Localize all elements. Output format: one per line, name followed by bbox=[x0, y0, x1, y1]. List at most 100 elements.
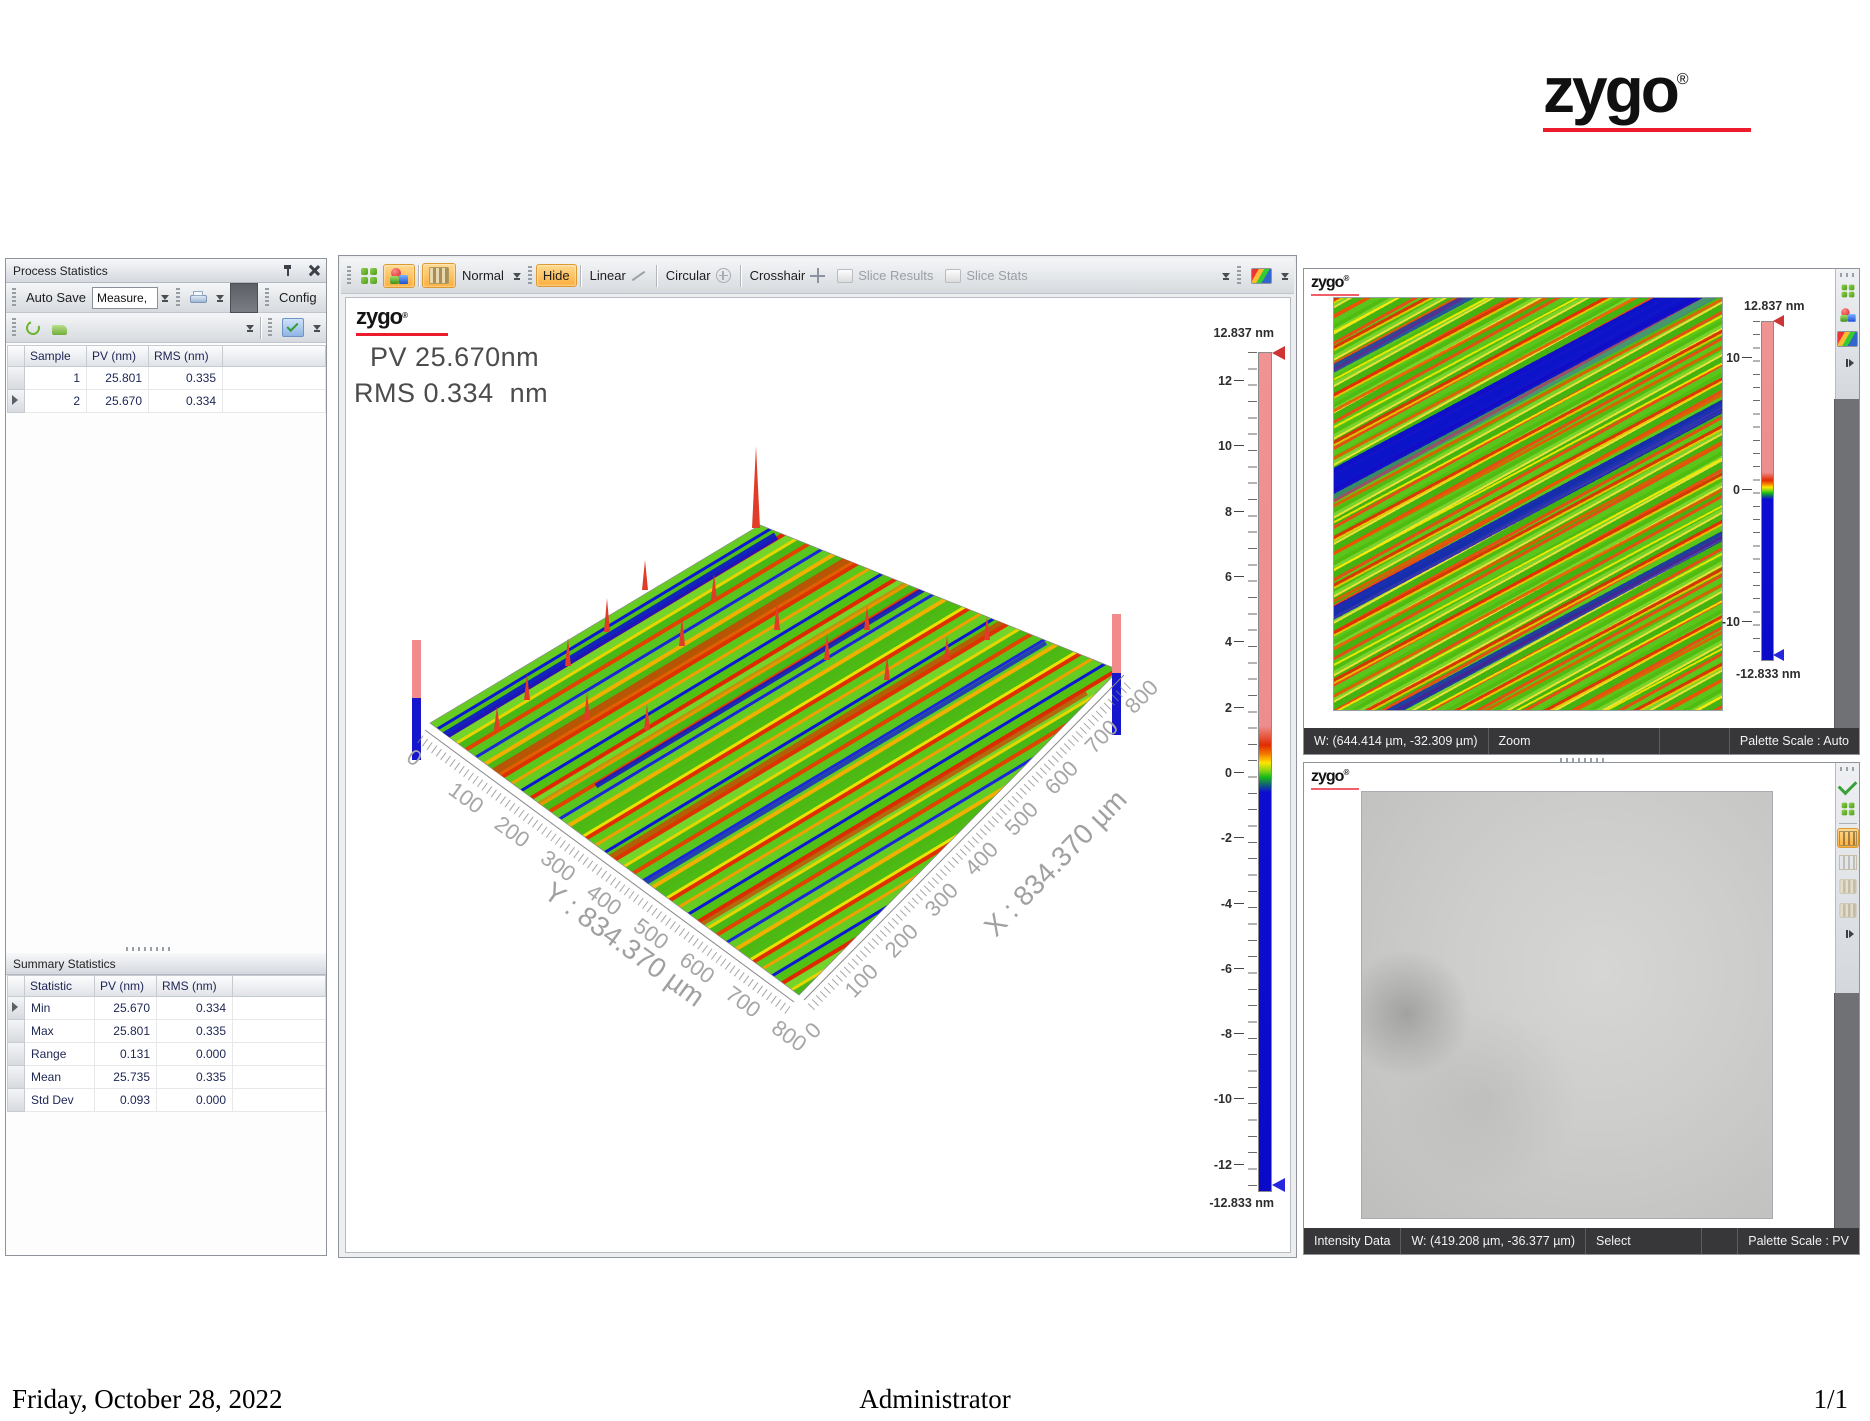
colorbar[interactable] bbox=[1258, 352, 1272, 1192]
mode-indicator[interactable]: Select bbox=[1586, 1228, 1702, 1254]
toolbar-grip[interactable] bbox=[12, 318, 16, 338]
close-icon[interactable] bbox=[308, 265, 319, 276]
col-header-sample[interactable]: Sample bbox=[25, 345, 87, 367]
data-type[interactable]: Intensity Data bbox=[1304, 1228, 1401, 1254]
toolbar-grip[interactable] bbox=[268, 318, 272, 338]
toolbar-handle[interactable] bbox=[1840, 767, 1856, 771]
zoom-surface-map[interactable] bbox=[1333, 297, 1723, 711]
toolbar-handle[interactable] bbox=[1840, 273, 1856, 277]
col-header-stat[interactable]: Statistic bbox=[25, 975, 95, 997]
cell-stat[interactable]: Max bbox=[25, 1020, 95, 1043]
display-mode-select[interactable]: Normal bbox=[456, 265, 510, 286]
mode-indicator[interactable]: Zoom bbox=[1489, 728, 1660, 754]
process-statistics-titlebar[interactable]: Process Statistics bbox=[6, 259, 326, 283]
row-marker[interactable] bbox=[7, 1020, 25, 1043]
collapse-button[interactable] bbox=[1837, 353, 1859, 373]
cell-sample[interactable]: 2 bbox=[25, 390, 87, 413]
row-marker[interactable] bbox=[7, 367, 25, 390]
slice-results-button[interactable]: Slice Results bbox=[831, 265, 939, 286]
cell-rms[interactable]: 0.334 bbox=[149, 390, 223, 413]
col-header-rms[interactable]: RMS (nm) bbox=[149, 345, 223, 367]
intensity-map-button[interactable] bbox=[1837, 828, 1859, 848]
col-header-pv[interactable]: PV (nm) bbox=[87, 345, 149, 367]
cell-stat[interactable]: Std Dev bbox=[25, 1089, 95, 1112]
measure-dropdown-icon[interactable] bbox=[161, 295, 169, 300]
colorbar[interactable] bbox=[1761, 321, 1774, 661]
overflow-dropdown-icon[interactable] bbox=[1222, 273, 1230, 278]
cell-pv[interactable]: 0.131 bbox=[95, 1043, 157, 1066]
row-marker-selected[interactable] bbox=[7, 390, 25, 413]
fringes-button[interactable] bbox=[1837, 876, 1859, 896]
palette-scale[interactable]: Palette Scale : PV bbox=[1737, 1228, 1859, 1254]
fit-view-button[interactable] bbox=[1837, 799, 1859, 819]
row-marker-selected[interactable] bbox=[7, 997, 25, 1020]
cell-rms[interactable]: 0.335 bbox=[149, 367, 223, 390]
intensity-image[interactable] bbox=[1361, 791, 1773, 1219]
summary-statistics-titlebar[interactable]: Summary Statistics bbox=[6, 953, 326, 975]
palette-dropdown-icon[interactable] bbox=[1281, 273, 1289, 278]
hide-button[interactable]: Hide bbox=[536, 264, 577, 287]
slice-stats-button[interactable]: Slice Stats bbox=[939, 265, 1033, 286]
circular-slice-button[interactable]: Circular bbox=[660, 265, 737, 286]
fit-view-button[interactable] bbox=[1837, 281, 1859, 301]
cell-rms[interactable]: 0.000 bbox=[157, 1089, 233, 1112]
toolbar-grip[interactable] bbox=[1237, 266, 1241, 286]
col-header-pv[interactable]: PV (nm) bbox=[95, 975, 157, 997]
load-button[interactable] bbox=[46, 318, 73, 338]
surface-map-button[interactable] bbox=[1837, 852, 1859, 872]
row-marker[interactable] bbox=[7, 1066, 25, 1089]
toolbar-grip[interactable] bbox=[12, 288, 16, 308]
collapse-button[interactable] bbox=[1837, 924, 1859, 944]
colorbar-max-marker[interactable] bbox=[1272, 346, 1285, 360]
fit-view-button[interactable] bbox=[355, 265, 383, 287]
splitter-handle[interactable] bbox=[126, 947, 170, 951]
cell-pv[interactable]: 25.801 bbox=[87, 367, 149, 390]
toolbar-grip[interactable] bbox=[347, 266, 351, 286]
cell-pv[interactable]: 25.801 bbox=[95, 1020, 157, 1043]
cell-stat[interactable]: Min bbox=[25, 997, 95, 1020]
cell-rms[interactable]: 0.334 bbox=[157, 997, 233, 1020]
crosshair-button[interactable]: Crosshair bbox=[744, 265, 832, 286]
overflow-dropdown-icon[interactable] bbox=[246, 325, 254, 330]
cell-stat[interactable]: Mean bbox=[25, 1066, 95, 1089]
cell-rms[interactable]: 0.000 bbox=[157, 1043, 233, 1066]
palette-button[interactable] bbox=[1245, 265, 1278, 287]
cell-sample[interactable]: 1 bbox=[25, 367, 87, 390]
palette-button[interactable] bbox=[1837, 329, 1859, 349]
measure-dropdown[interactable]: Measure, bbox=[92, 287, 158, 309]
apply-button[interactable] bbox=[276, 315, 310, 340]
apply-dropdown-icon[interactable] bbox=[313, 325, 321, 330]
refresh-button[interactable] bbox=[20, 318, 46, 338]
surface-plot-area[interactable]: zygo® PV 25.670nm RMS 0.334 nm bbox=[345, 297, 1291, 1253]
surface-3d-plot[interactable]: 0 100 200 300 400 500 600 700 800 Y : 83… bbox=[346, 298, 1292, 1254]
fringes-alt-button[interactable] bbox=[1837, 900, 1859, 920]
colorbar-max-marker[interactable] bbox=[1773, 315, 1784, 327]
linear-slice-button[interactable]: Linear bbox=[584, 265, 653, 286]
cell-pv[interactable]: 0.093 bbox=[95, 1089, 157, 1112]
accept-button[interactable] bbox=[1837, 775, 1859, 795]
cell-pv[interactable]: 25.735 bbox=[95, 1066, 157, 1089]
solid-view-button[interactable] bbox=[1837, 305, 1859, 325]
toolbar-grip[interactable] bbox=[265, 288, 269, 308]
print-dropdown-icon[interactable] bbox=[216, 295, 224, 300]
palette-scale[interactable]: Palette Scale : Auto bbox=[1729, 728, 1859, 754]
display-mode-button[interactable] bbox=[422, 263, 456, 288]
cell-rms[interactable]: 0.335 bbox=[157, 1020, 233, 1043]
solid-view-button[interactable] bbox=[383, 264, 415, 288]
cell-pv[interactable]: 25.670 bbox=[95, 997, 157, 1020]
cell-rms[interactable]: 0.335 bbox=[157, 1066, 233, 1089]
toolbar-grip[interactable] bbox=[528, 266, 532, 286]
cell-pv[interactable]: 25.670 bbox=[87, 390, 149, 413]
config-button[interactable]: Config bbox=[273, 287, 323, 308]
pin-icon[interactable] bbox=[283, 265, 292, 277]
row-marker[interactable] bbox=[7, 1089, 25, 1112]
colorbar-min-marker[interactable] bbox=[1272, 1178, 1285, 1192]
print-button[interactable] bbox=[184, 288, 213, 307]
row-marker[interactable] bbox=[7, 1043, 25, 1066]
toolbar-grip[interactable] bbox=[176, 288, 180, 308]
display-mode-dropdown-icon[interactable] bbox=[513, 273, 521, 278]
auto-save-button[interactable]: Auto Save bbox=[20, 287, 92, 308]
cell-stat[interactable]: Range bbox=[25, 1043, 95, 1066]
colorbar-min-marker[interactable] bbox=[1773, 649, 1784, 661]
col-header-rms[interactable]: RMS (nm) bbox=[157, 975, 233, 997]
